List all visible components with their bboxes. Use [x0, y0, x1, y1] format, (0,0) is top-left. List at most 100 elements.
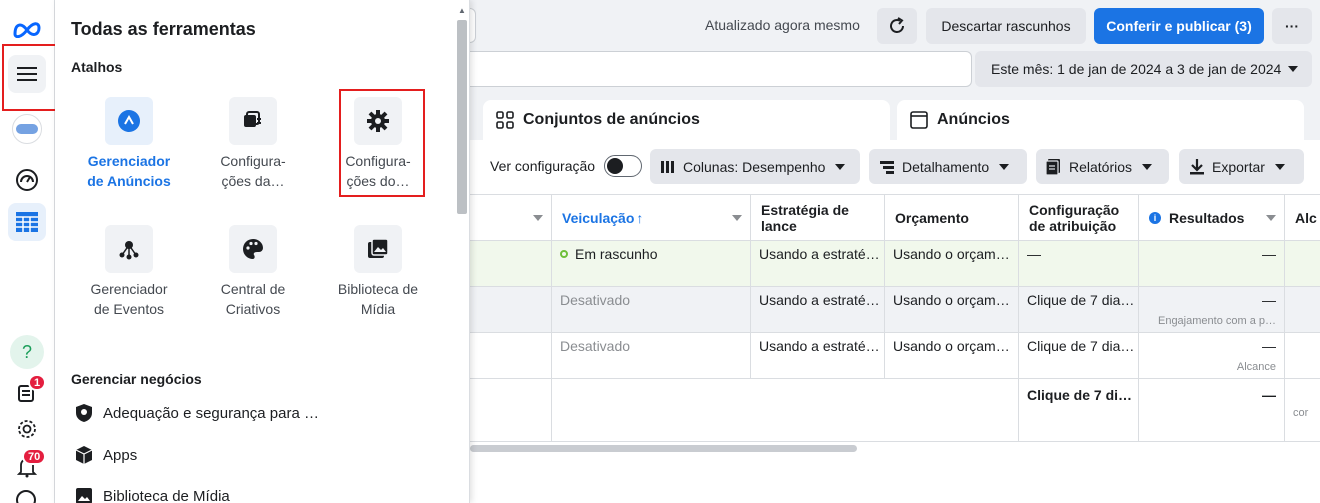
account-avatar[interactable] [8, 110, 46, 148]
campaign-table: Veiculação ↑ Estratégia de lance Orçamento… [470, 194, 1320, 444]
cube-icon [73, 444, 95, 466]
total-delivery-cell [552, 379, 1019, 442]
sort-caret-icon [1266, 215, 1276, 221]
pages-badge: 1 [28, 374, 47, 391]
tool-label-line1: Gerenciador [90, 281, 168, 297]
draft-status-dot [560, 250, 568, 258]
adsets-grid-icon [496, 111, 514, 129]
help-icon[interactable]: ? [8, 333, 46, 371]
media-library-icon [354, 225, 402, 273]
events-manager-icon [105, 225, 153, 273]
settings-icon[interactable] [8, 410, 46, 448]
panel-scrollbar[interactable]: ▲ [455, 6, 467, 503]
discard-drafts-button[interactable]: Descartar rascunhos [926, 8, 1086, 44]
business-item-media-library[interactable]: Biblioteca de Mídia [73, 485, 230, 503]
budget-cell: Usando o orçam… [885, 287, 1019, 333]
column-header-reach[interactable]: Alc [1285, 194, 1320, 241]
settings-pages-icon [229, 97, 277, 145]
bid-header-line1: Estratégia de [761, 201, 849, 218]
attribution-cell: Clique de 7 dia… [1019, 287, 1139, 333]
business-item-label: Adequação e segurança para … [103, 404, 319, 422]
name-cell[interactable] [470, 333, 552, 379]
results-cell: — Alcance [1139, 333, 1285, 379]
export-button[interactable]: Exportar [1179, 149, 1304, 184]
horizontal-scrollbar[interactable] [470, 445, 857, 452]
search-stub[interactable] [470, 8, 476, 43]
delivery-cell: Desativado [552, 333, 751, 379]
meta-logo-icon[interactable] [12, 20, 42, 39]
name-cell[interactable] [470, 241, 552, 287]
breakdown-button[interactable]: Detalhamento [869, 149, 1027, 184]
date-range-picker[interactable]: Este mês: 1 de jan de 2024 a 3 de jan de… [975, 51, 1312, 87]
scroll-up-icon[interactable]: ▲ [457, 6, 467, 16]
budget-cell: Usando o orçam… [885, 241, 1019, 287]
tool-page-settings[interactable]: Configura-ções da… [193, 97, 313, 191]
download-icon [1189, 158, 1205, 175]
tool-label-line2: de Anúncios [87, 173, 171, 189]
table-row[interactable]: Desativado Usando a estraté… Usando o or… [470, 333, 1320, 379]
tab-adsets[interactable]: Conjuntos de anúncios [483, 100, 890, 140]
more-options-button[interactable]: ··· [1272, 8, 1312, 44]
reports-label: Relatórios [1069, 158, 1133, 175]
refresh-button[interactable] [877, 8, 917, 44]
view-setup-label: Ver configuração [490, 158, 596, 174]
reach-cell [1285, 287, 1320, 333]
tool-label-line1: Biblioteca de [337, 281, 419, 297]
columns-button[interactable]: Colunas: Desempenho [650, 149, 860, 184]
review-publish-button[interactable]: Conferir e publicar (3) [1094, 8, 1264, 44]
attribution-cell: Clique de 7 dia… [1019, 333, 1139, 379]
updated-status: Atualizado agora mesmo [705, 17, 860, 33]
business-item-label: Biblioteca de Mídia [103, 487, 230, 503]
tool-label-line2: Mídia [360, 301, 396, 317]
search-bar[interactable] [470, 51, 972, 87]
tool-media-library[interactable]: Biblioteca de Mídia [318, 225, 438, 319]
chevron-down-icon [1142, 163, 1153, 170]
shortcuts-label: Atalhos [71, 59, 123, 75]
ads-manager-grid-icon[interactable] [8, 203, 46, 241]
tab-ads[interactable]: Anúncios [897, 100, 1304, 140]
shield-icon [73, 402, 95, 424]
business-item-apps[interactable]: Apps [73, 444, 137, 466]
tool-events-manager[interactable]: Gerenciador de Eventos [69, 225, 189, 319]
attribution-cell: — [1019, 241, 1139, 287]
breakdown-icon [879, 159, 895, 175]
highlight-box-menu [2, 44, 57, 111]
column-header-results[interactable]: i Resultados [1139, 194, 1285, 241]
column-header-name[interactable] [470, 194, 552, 241]
attribution-header-line1: Configuração [1029, 201, 1120, 218]
business-item-brand-safety[interactable]: Adequação e segurança para … [73, 402, 319, 424]
view-setup-toggle[interactable] [604, 155, 642, 177]
date-range-label: Este mês: 1 de jan de 2024 a 3 de jan de… [991, 61, 1282, 77]
column-header-attribution[interactable]: Configuração de atribuição [1019, 194, 1139, 241]
reach-cell [1285, 333, 1320, 379]
chevron-down-icon [1274, 163, 1285, 170]
tool-label-line2: Criativos [225, 301, 281, 317]
column-header-budget[interactable]: Orçamento [885, 194, 1019, 241]
tool-label-line1: Gerenciador [87, 153, 171, 169]
breakdown-label: Detalhamento [902, 158, 990, 175]
column-header-delivery[interactable]: Veiculação ↑ [552, 194, 751, 241]
tool-creative-hub[interactable]: Central de Criativos [193, 225, 313, 319]
column-header-bid-strategy[interactable]: Estratégia de lance [751, 194, 885, 241]
info-icon[interactable]: i [1149, 211, 1161, 224]
attribution-header-line2: de atribuição [1029, 217, 1117, 234]
total-attribution-cell: Clique de 7 di… [1019, 379, 1139, 442]
more-rail-icon[interactable] [16, 490, 36, 503]
name-cell[interactable] [470, 287, 552, 333]
highlight-box-business-settings [339, 89, 425, 197]
tab-label: Conjuntos de anúncios [523, 111, 700, 128]
performance-icon[interactable] [8, 161, 46, 199]
bid-cell: Usando a estraté… [751, 287, 885, 333]
scroll-thumb[interactable] [457, 20, 467, 214]
table-card: Ver configuração Colunas: Desempenho Det… [470, 140, 1320, 503]
delivery-value: Em rascunho [575, 246, 658, 262]
budget-cell: Usando o orçam… [885, 333, 1019, 379]
table-row[interactable]: Desativado Usando a estraté… Usando o or… [470, 287, 1320, 333]
columns-icon [660, 159, 676, 175]
tool-ads-manager[interactable]: Gerenciador de Anúncios [69, 97, 189, 191]
sort-caret-icon [533, 215, 543, 221]
results-header-label: Resultados [1169, 209, 1245, 226]
table-row[interactable]: Em rascunho Usando a estraté… Usando o o… [470, 241, 1320, 287]
results-value: — [1262, 292, 1276, 308]
reports-button[interactable]: Relatórios [1036, 149, 1169, 184]
